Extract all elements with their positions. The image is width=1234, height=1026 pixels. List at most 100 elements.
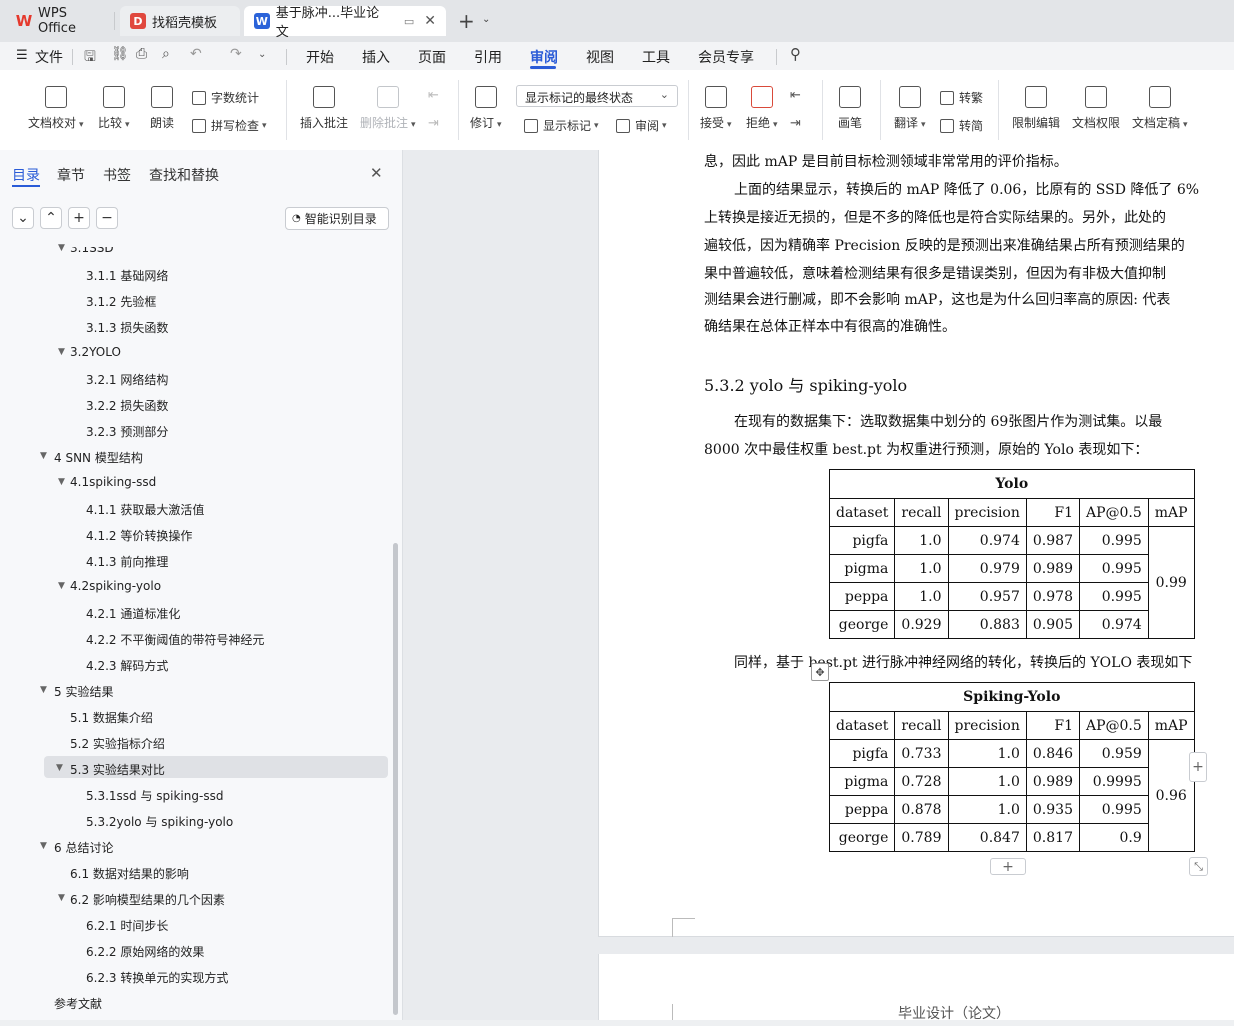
compare-button[interactable]: 比较 ▾ [98,86,130,131]
toc-item[interactable]: 5 实验结果 [54,683,113,700]
menu-member[interactable]: 会员专享 [698,47,754,67]
toc-item[interactable]: 4.2.3 解码方式 [86,657,168,674]
toc-item[interactable]: 6 总结讨论 [54,839,113,856]
toc-item[interactable]: 6.2.3 转换单元的实现方式 [86,969,228,986]
to-traditional-button[interactable]: 转繁 [940,89,983,106]
toc-item[interactable]: 4.1.1 获取最大激活值 [86,501,204,518]
toc-item[interactable]: 4 SNN 模型结构 [54,449,143,466]
show-markup-button[interactable]: 显示标记 ▾ [524,117,599,134]
menu-reference[interactable]: 引用 [474,47,502,67]
collapse-all-button[interactable]: ⌃ [40,207,62,229]
toc-toggle-icon[interactable]: ▼ [58,347,65,357]
markup-state-select[interactable]: 显示标记的最终状态 ⌄ [516,85,678,107]
toc-toggle-icon[interactable]: ▼ [58,581,65,591]
menu-file[interactable]: 文件 [35,47,63,67]
toc-item[interactable]: 3.1.2 先验框 [86,293,156,310]
toc-item[interactable]: 3.2.1 网络结构 [86,371,168,388]
toc-item[interactable]: 5.3.2yolo 与 spiking-yolo [86,813,233,830]
remove-heading-button[interactable]: − [96,207,118,229]
toc-item-selected[interactable]: 5.3 实验结果对比 [70,761,165,778]
toc-item[interactable]: 5.3.1ssd 与 spiking-ssd [86,787,223,804]
redo-icon[interactable]: ↷ [230,46,242,62]
toc-item[interactable]: 3.2.3 预测部分 [86,423,168,440]
tab-wps-office[interactable]: W WPS Office [6,6,110,36]
search-icon[interactable]: ⚲ [790,45,801,63]
translate-button[interactable]: 翻译 ▾ [894,86,926,131]
doc-permission-button[interactable]: 文档权限 [1072,86,1120,131]
read-aloud-button[interactable]: 朗读 [150,86,174,131]
toc-item[interactable]: 3.1.1 基础网络 [86,267,168,284]
chevron-down-icon[interactable]: ⌄ [482,14,490,25]
menu-home[interactable]: 开始 [306,47,334,67]
toc-scrollbar[interactable] [393,543,398,1015]
close-icon[interactable]: ✕ [370,164,383,182]
toc-item[interactable]: 4.1.3 前向推理 [86,553,168,570]
window-mode-icon[interactable]: ▭ [404,15,414,28]
print-preview-icon[interactable]: ⌕ [162,46,170,62]
tab-docer-templates[interactable]: D 找稻壳模板 [120,6,240,36]
to-simplified-button[interactable]: 转简 [940,117,983,134]
toc-item[interactable]: 5.1 数据集介绍 [70,709,153,726]
menu-insert[interactable]: 插入 [362,47,390,67]
next-comment-icon[interactable]: ⇥ [428,116,439,131]
restrict-edit-button[interactable]: 限制编辑 [1012,86,1060,131]
table-move-handle-icon[interactable]: ✥ [811,663,829,681]
toc-item[interactable]: 3.1.3 损失函数 [86,319,168,336]
menu-view[interactable]: 视图 [586,47,614,67]
doc-finalize-button[interactable]: 文档定稿 ▾ [1132,86,1188,131]
chevron-down-icon[interactable]: ⌄ [258,49,266,60]
toc-item[interactable]: 4.2spiking-yolo [70,579,161,593]
toc-toggle-icon[interactable]: ▼ [58,243,65,253]
menu-page[interactable]: 页面 [418,47,446,67]
save-icon[interactable]: 🖫 [84,46,96,70]
nav-tab-sections[interactable]: 章节 [57,165,85,185]
next-change-icon[interactable]: ⇥ [790,116,801,131]
nav-tab-find-replace[interactable]: 查找和替换 [149,165,219,185]
toc-item[interactable]: 参考文献 [54,995,102,1012]
prev-change-icon[interactable]: ⇤ [790,88,801,103]
add-column-button[interactable]: + [1189,752,1207,782]
add-heading-button[interactable]: + [68,207,90,229]
toc-item[interactable]: 4.1spiking-ssd [70,475,156,489]
menu-review[interactable]: 审阅 [530,47,558,67]
hamburger-icon[interactable]: ☰ [16,48,28,63]
pen-button[interactable]: 画笔 [838,86,862,131]
toc-item[interactable]: 3.2YOLO [70,345,121,359]
toc-toggle-icon[interactable]: ▼ [56,763,63,773]
delete-comment-button[interactable]: 删除批注 ▾ [360,86,416,131]
review-pane-button[interactable]: 审阅 ▾ [616,117,667,134]
toc-item[interactable]: 6.2.1 时间步长 [86,917,168,934]
revise-button[interactable]: 修订 ▾ [470,86,502,131]
toc-item[interactable]: 3.2.2 损失函数 [86,397,168,414]
undo-icon[interactable]: ↶ [190,46,202,62]
prev-comment-icon[interactable]: ⇤ [428,88,439,103]
table-resize-icon[interactable]: ⤡ [1189,857,1208,876]
toc-item[interactable]: 6.2 影响模型结果的几个因素 [70,891,225,908]
toc-item[interactable]: 5.2 实验指标介绍 [70,735,165,752]
menu-tools[interactable]: 工具 [642,47,670,67]
toc-item[interactable]: 6.2.2 原始网络的效果 [86,943,204,960]
spell-check-button[interactable]: 拼写检查 ▾ [192,117,267,134]
accept-button[interactable]: 接受 ▾ [700,86,732,131]
toc-toggle-icon[interactable]: ▼ [40,685,47,695]
expand-all-button[interactable]: ⌄ [12,207,34,229]
toc-item[interactable]: 6.1 数据对结果的影响 [70,865,189,882]
toc-item[interactable]: 4.2.1 通道标准化 [86,605,180,622]
print-icon[interactable]: ⎙ [136,46,147,62]
toc-toggle-icon[interactable]: ▼ [58,477,65,487]
word-count-button[interactable]: 字数统计 [192,89,259,106]
smart-toc-button[interactable]: ◔ 智能识别目录 [285,207,389,230]
reject-button[interactable]: 拒绝 ▾ [746,86,778,131]
link-icon[interactable]: ⛓ [111,46,129,62]
close-icon[interactable]: ✕ [424,13,436,29]
new-tab-button[interactable]: + [458,9,475,33]
toc-toggle-icon[interactable]: ▼ [40,451,47,461]
nav-tab-bookmarks[interactable]: 书签 [103,165,131,185]
toc-item[interactable]: 4.2.2 不平衡阈值的带符号神经元 [86,631,264,648]
insert-comment-button[interactable]: 插入批注 [300,86,348,131]
nav-tab-toc[interactable]: 目录 [12,165,40,185]
add-row-button[interactable]: + [990,858,1026,875]
toc-item[interactable]: 4.1.2 等价转换操作 [86,527,192,544]
toc-toggle-icon[interactable]: ▼ [40,841,47,851]
toc-toggle-icon[interactable]: ▼ [58,893,65,903]
